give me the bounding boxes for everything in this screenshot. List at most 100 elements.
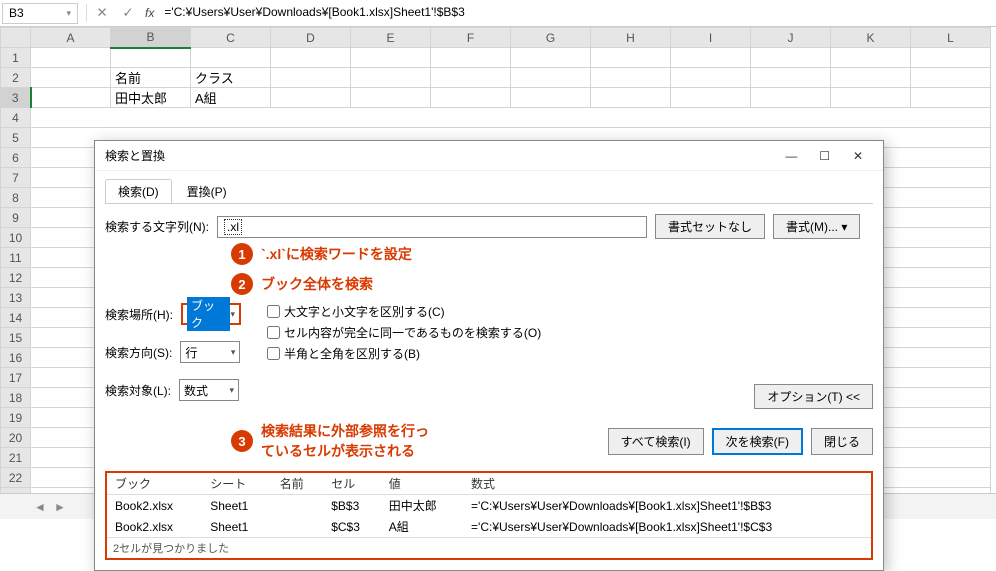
col-G[interactable]: G [511,28,591,48]
select-all-corner[interactable] [1,28,31,48]
row-8[interactable]: 8 [1,188,31,208]
chk-case[interactable]: 大文字と小文字を区別する(C) [267,303,541,320]
results-h-name[interactable]: 名前 [272,473,323,495]
col-E[interactable]: E [351,28,431,48]
dialog-titlebar[interactable]: 検索と置換 — ☐ ✕ [95,141,883,171]
tab-nav-prev-icon[interactable]: ◄ [30,500,50,514]
col-D[interactable]: D [271,28,351,48]
annotation-1: `.xl`に検索ワードを設定 [261,244,412,264]
chk-case-label: 大文字と小文字を区別する(C) [284,303,445,320]
dialog-title: 検索と置換 [105,147,165,164]
cell-C2[interactable]: クラス [191,68,271,88]
row-3[interactable]: 3 [1,88,31,108]
row-4[interactable]: 4 [1,108,31,128]
row-5[interactable]: 5 [1,128,31,148]
row-19[interactable]: 19 [1,408,31,428]
results-h-cell[interactable]: セル [323,473,380,495]
close-icon[interactable]: ✕ [843,149,873,163]
separator [86,4,87,22]
tab-replace[interactable]: 置換(P) [174,179,240,203]
cell-B2[interactable]: 名前 [111,68,191,88]
annotation-3b: ているセルが表示される [261,441,429,461]
row-15[interactable]: 15 [1,328,31,348]
results-table[interactable]: ブック シート 名前 セル 値 数式 Book2.xlsx Sheet1 $B$… [107,473,871,537]
lbl-search-term: 検索する文字列(N): [105,218,209,235]
results-status: 2セルが見つかりました [107,537,871,558]
cell-ref: B3 [9,6,24,20]
row-14[interactable]: 14 [1,308,31,328]
search-target-dropdown[interactable]: 数式 [179,379,239,401]
fx-icon[interactable]: fx [145,6,154,20]
find-next-button[interactable]: 次を検索(F) [712,428,803,455]
col-C[interactable]: C [191,28,271,48]
search-dir-value: 行 [185,344,197,361]
row-6[interactable]: 6 [1,148,31,168]
name-box[interactable]: B3 [2,3,78,24]
row-10[interactable]: 10 [1,228,31,248]
bullet-1: 1 [231,243,253,265]
lbl-search-in: 検索場所(H): [105,306,173,323]
results-h-book[interactable]: ブック [107,473,202,495]
chk-case-box[interactable] [267,305,280,318]
tab-search[interactable]: 検索(D) [105,179,172,203]
tab-nav-next-icon[interactable]: ► [50,500,70,514]
lbl-search-target: 検索対象(L): [105,382,171,399]
row-7[interactable]: 7 [1,168,31,188]
cell-B3[interactable]: 田中太郎 [111,88,191,108]
maximize-icon[interactable]: ☐ [810,149,840,163]
col-B[interactable]: B [111,28,191,48]
col-L[interactable]: L [911,28,991,48]
row-13[interactable]: 13 [1,288,31,308]
close-button[interactable]: 閉じる [811,428,873,455]
row-9[interactable]: 9 [1,208,31,228]
search-target-value: 数式 [184,382,208,399]
chk-width-box[interactable] [267,347,280,360]
search-in-value: ブック [187,297,230,331]
results-h-formula[interactable]: 数式 [463,473,871,495]
results-row[interactable]: Book2.xlsx Sheet1 $B$3 田中太郎 ='C:¥Users¥U… [107,495,871,517]
row-1[interactable]: 1 [1,48,31,68]
minimize-icon[interactable]: — [776,149,806,163]
bullet-2: 2 [231,273,253,295]
annotation-2: ブック全体を検索 [261,274,373,294]
find-all-button[interactable]: すべて検索(I) [608,428,704,455]
row-22[interactable]: 22 [1,468,31,488]
col-J[interactable]: J [751,28,831,48]
formula-input[interactable]: ='C:¥Users¥User¥Downloads¥[Book1.xlsx]Sh… [158,3,994,24]
row-18[interactable]: 18 [1,388,31,408]
row-11[interactable]: 11 [1,248,31,268]
row-16[interactable]: 16 [1,348,31,368]
confirm-icon[interactable]: ✓ [117,3,139,24]
formula-bar: B3 ✕ ✓ fx ='C:¥Users¥User¥Downloads¥[Boo… [0,0,996,27]
col-A[interactable]: A [31,28,111,48]
search-term-value: .xl [224,219,242,235]
col-H[interactable]: H [591,28,671,48]
find-replace-dialog: 検索と置換 — ☐ ✕ 検索(D) 置換(P) 検索する文字列(N): .xl … [94,140,884,571]
chk-whole-box[interactable] [267,326,280,339]
row-17[interactable]: 17 [1,368,31,388]
row-12[interactable]: 12 [1,268,31,288]
format-none-button[interactable]: 書式セットなし [655,214,765,239]
chk-whole[interactable]: セル内容が完全に同一であるものを検索する(O) [267,324,541,341]
results-h-sheet[interactable]: シート [202,473,272,495]
col-F[interactable]: F [431,28,511,48]
cell-C3[interactable]: A組 [191,88,271,108]
results-row[interactable]: Book2.xlsx Sheet1 $C$3 A組 ='C:¥Users¥Use… [107,516,871,537]
results-h-value[interactable]: 値 [381,473,463,495]
search-dir-dropdown[interactable]: 行 [180,341,240,363]
dialog-tabs: 検索(D) 置換(P) [105,179,873,204]
col-I[interactable]: I [671,28,751,48]
row-2[interactable]: 2 [1,68,31,88]
cancel-icon[interactable]: ✕ [91,3,113,24]
row-21[interactable]: 21 [1,448,31,468]
chk-width[interactable]: 半角と全角を区別する(B) [267,345,541,362]
search-in-dropdown[interactable]: ブック [181,303,241,325]
bullet-3: 3 [231,430,253,452]
col-K[interactable]: K [831,28,911,48]
options-button[interactable]: オプション(T) << [754,384,873,409]
format-button[interactable]: 書式(M)... [773,214,860,239]
row-20[interactable]: 20 [1,428,31,448]
annotation-3a: 検索結果に外部参照を行っ [261,421,429,441]
search-term-input[interactable]: .xl [217,216,647,238]
lbl-search-dir: 検索方向(S): [105,344,172,361]
